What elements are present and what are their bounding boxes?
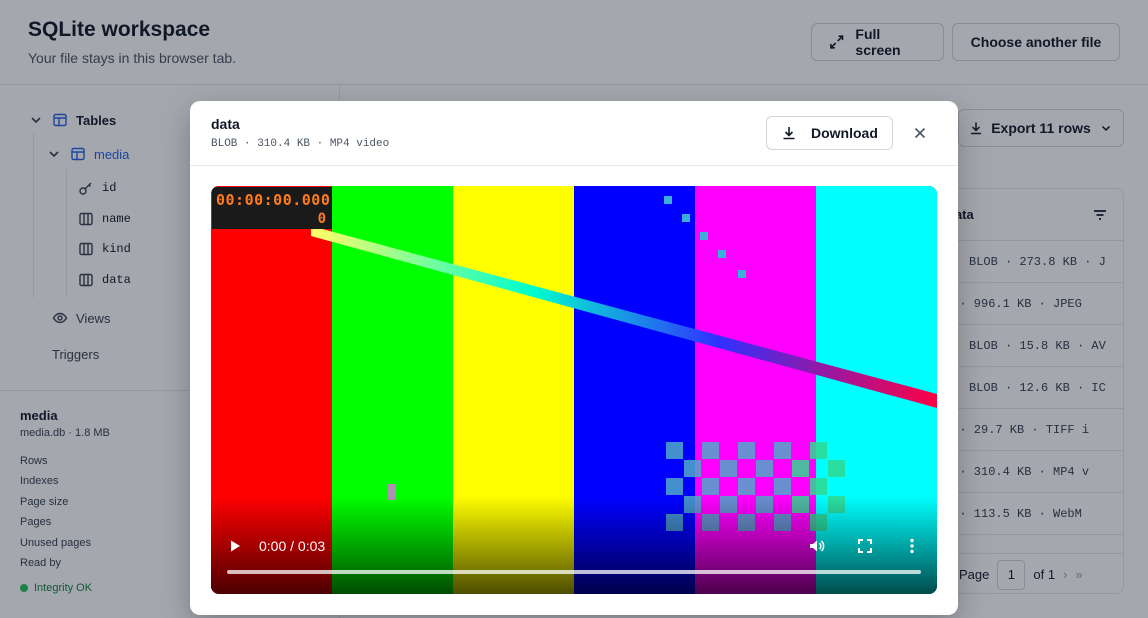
more-options-icon[interactable]	[903, 537, 921, 555]
checker-cell	[666, 442, 683, 459]
checker-cell	[810, 442, 827, 459]
download-button[interactable]: Download	[766, 116, 893, 150]
checker-cell	[810, 478, 827, 495]
checker-cell	[702, 478, 719, 495]
checker-cell	[774, 442, 791, 459]
dialog-header: data BLOB · 310.4 KB · MP4 video Downloa…	[190, 101, 958, 166]
timecode-text: 00:00:00.000	[216, 191, 331, 209]
download-icon	[783, 127, 795, 140]
volume-icon[interactable]	[808, 537, 826, 555]
checker-cell	[738, 442, 755, 459]
video-player[interactable]: 00:00:00.000 0 0:00 / 0:03	[211, 186, 937, 594]
checker-cell	[666, 478, 683, 495]
checker-cell	[720, 460, 737, 477]
play-icon[interactable]	[227, 538, 243, 554]
close-icon	[914, 127, 926, 139]
checker-cell	[738, 478, 755, 495]
close-button[interactable]	[910, 123, 930, 143]
checker-cell	[756, 460, 773, 477]
download-label: Download	[811, 125, 878, 141]
checker-cell	[828, 460, 845, 477]
timecode-overlay: 00:00:00.000 0	[212, 187, 332, 229]
checker-cell	[684, 460, 701, 477]
checker-cell	[792, 460, 809, 477]
checker-cell	[702, 442, 719, 459]
checker-cell	[774, 478, 791, 495]
fullscreen-icon[interactable]	[856, 537, 874, 555]
progress-track[interactable]	[227, 570, 921, 574]
dialog-meta: BLOB · 310.4 KB · MP4 video	[211, 138, 390, 150]
blob-preview-dialog: data BLOB · 310.4 KB · MP4 video Downloa…	[190, 101, 958, 615]
time-display: 0:00 / 0:03	[259, 538, 326, 554]
dialog-title: data	[211, 116, 240, 132]
frame-number: 0	[317, 211, 326, 227]
